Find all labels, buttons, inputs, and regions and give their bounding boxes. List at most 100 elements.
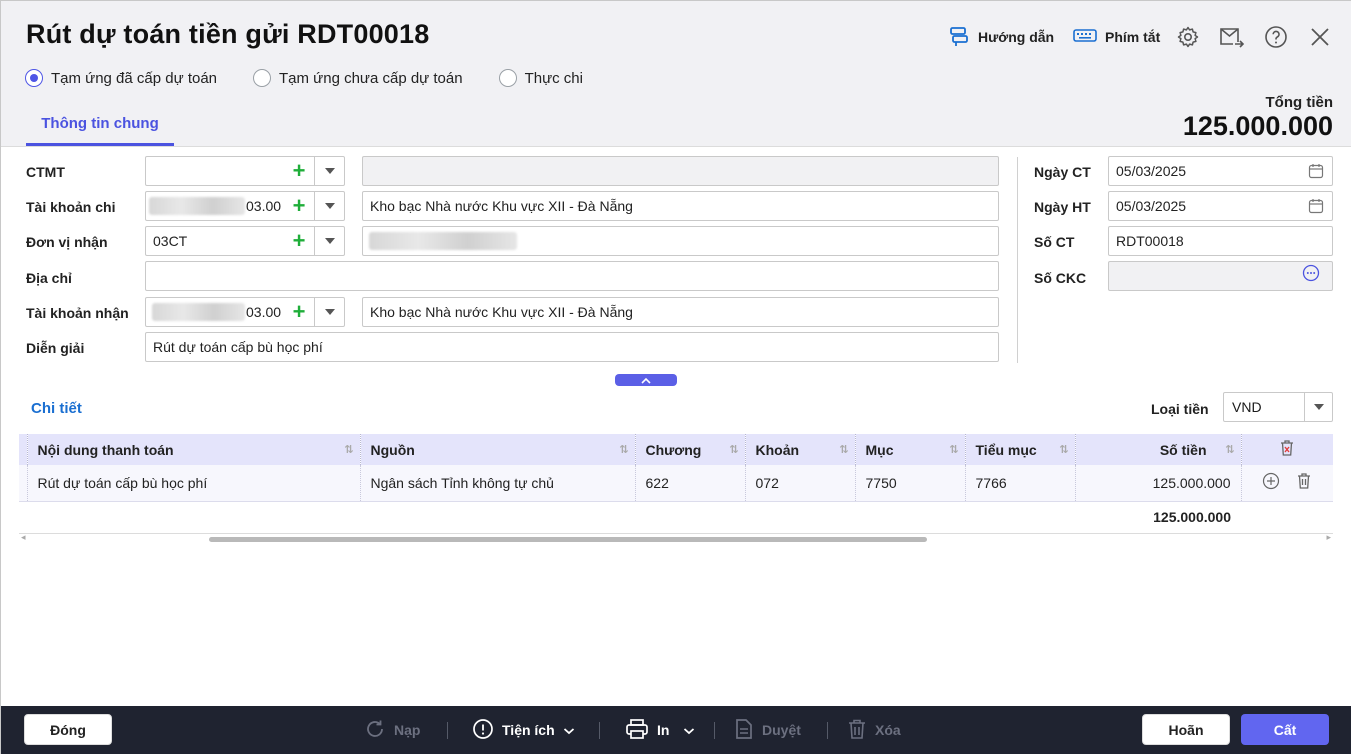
scroll-right-icon[interactable]: ▸ <box>1326 532 1331 543</box>
radio-label: Thực chi <box>524 69 583 87</box>
cancel-button[interactable]: Hoãn <box>1142 714 1230 745</box>
cell-source[interactable]: Ngân sách Tỉnh không tự chủ <box>360 465 636 502</box>
radio-advance-unallocated[interactable]: Tạm ứng chưa cấp dự toán <box>253 69 463 87</box>
doc-date-field[interactable]: 05/03/2025 <box>1108 156 1333 186</box>
save-button[interactable]: Cất <box>1241 714 1329 745</box>
receiving-account-combo[interactable]: 03.00 + <box>145 297 345 327</box>
delete-button[interactable]: Xóa <box>847 718 901 742</box>
description-label: Diễn giải <box>26 340 85 356</box>
shortcut-label: Phím tắt <box>1105 29 1161 45</box>
chevron-down-icon[interactable] <box>314 192 344 220</box>
ctmt-combo[interactable]: + <box>145 156 345 186</box>
detail-tab[interactable]: Chi tiết <box>31 400 82 417</box>
sort-icon[interactable]: ⇅ <box>1225 443 1234 456</box>
add-icon[interactable]: + <box>284 298 314 326</box>
cell-section[interactable]: 072 <box>745 465 856 502</box>
column-header[interactable]: Tiểu mục ⇅ <box>965 434 1076 465</box>
reload-label: Nạp <box>394 722 421 738</box>
approve-button[interactable]: Duyệt <box>734 718 801 742</box>
receiving-bank-value: Kho bạc Nhà nước Khu vực XII - Đà Nẵng <box>370 304 633 320</box>
cell-amount[interactable]: 125.000.000 <box>1075 465 1242 502</box>
close-icon[interactable] <box>1306 23 1334 51</box>
column-header[interactable]: Nội dung thanh toán ⇅ <box>27 434 361 465</box>
horizontal-scrollbar[interactable]: ◂ ▸ <box>19 532 1333 543</box>
currency-value: VND <box>1232 399 1262 415</box>
row-indicator-header <box>19 434 28 465</box>
sort-icon[interactable]: ⇅ <box>729 443 738 456</box>
sort-icon[interactable]: ⇅ <box>1059 443 1068 456</box>
receiver-unit-value: 03CT <box>153 233 188 249</box>
detail-section: Chi tiết Loại tiền VND Nội dung thanh to… <box>1 381 1351 706</box>
delete-all-header[interactable] <box>1241 434 1333 465</box>
column-header[interactable]: Chương ⇅ <box>635 434 746 465</box>
doc-no-value: RDT00018 <box>1116 233 1184 249</box>
print-label: In <box>657 722 670 738</box>
ctmt-label: CTMT <box>26 164 65 180</box>
add-icon[interactable]: + <box>284 192 314 220</box>
radio-dot[interactable] <box>498 69 517 87</box>
chevron-down-icon[interactable] <box>314 298 344 326</box>
receiver-unit-combo[interactable]: 03CT + <box>145 226 345 256</box>
doc-no-label: Số CT <box>1034 234 1075 250</box>
chevron-down-icon[interactable] <box>314 227 344 255</box>
row-indicator <box>19 465 28 502</box>
column-header[interactable]: Khoản ⇅ <box>745 434 856 465</box>
tab-general-info[interactable]: Thông tin chung <box>26 107 174 146</box>
shortcut-button[interactable]: Phím tắt <box>1073 25 1160 49</box>
chevron-down-icon[interactable] <box>314 157 344 185</box>
cell-content[interactable]: Rút dự toán cấp bù học phí <box>27 465 361 502</box>
gear-icon[interactable] <box>1174 23 1202 51</box>
paying-bank-field[interactable]: Kho bạc Nhà nước Khu vực XII - Đà Nẵng <box>362 191 999 221</box>
table-header-row: Nội dung thanh toán ⇅ Nguồn ⇅ Chương ⇅ Khoả… <box>19 434 1333 465</box>
add-icon[interactable]: + <box>284 157 314 185</box>
add-row-icon[interactable] <box>1262 472 1280 493</box>
radio-dot[interactable] <box>25 69 43 87</box>
doc-no-field[interactable]: RDT00018 <box>1108 226 1333 256</box>
calendar-icon[interactable] <box>1308 163 1324 182</box>
print-menu-button[interactable]: In <box>625 718 695 742</box>
sort-icon[interactable]: ⇅ <box>949 443 958 456</box>
calendar-icon[interactable] <box>1308 198 1324 217</box>
mail-forward-icon[interactable] <box>1218 23 1246 51</box>
sort-icon[interactable]: ⇅ <box>839 443 848 456</box>
column-header[interactable]: Số tiền ⇅ <box>1075 434 1242 465</box>
more-icon[interactable] <box>1302 264 1320 285</box>
ckc-no-field[interactable] <box>1108 261 1333 291</box>
cell-subitem[interactable]: 7766 <box>965 465 1076 502</box>
cell-item[interactable]: 7750 <box>855 465 966 502</box>
help-icon[interactable] <box>1262 23 1290 51</box>
doc-date-label: Ngày CT <box>1034 164 1091 180</box>
radio-dot[interactable] <box>253 69 272 87</box>
post-date-field[interactable]: 05/03/2025 <box>1108 191 1333 221</box>
collapse-form-button[interactable] <box>615 374 677 386</box>
table-row[interactable]: Rút dự toán cấp bù học phí Ngân sách Tỉn… <box>19 465 1333 502</box>
receiving-bank-field[interactable]: Kho bạc Nhà nước Khu vực XII - Đà Nẵng <box>362 297 999 327</box>
receiver-unit-name-field[interactable] <box>362 226 999 256</box>
add-icon[interactable]: + <box>284 227 314 255</box>
address-field[interactable] <box>145 261 999 291</box>
close-button[interactable]: Đóng <box>24 714 112 745</box>
reload-button[interactable]: Nạp <box>364 718 420 742</box>
sort-icon[interactable]: ⇅ <box>344 443 353 456</box>
radio-advance-allocated[interactable]: Tạm ứng đã cấp dự toán <box>25 69 217 87</box>
delete-row-icon[interactable] <box>1296 472 1312 493</box>
paying-account-suffix: 03.00 <box>246 198 282 214</box>
cell-chapter[interactable]: 622 <box>635 465 746 502</box>
scrollbar-thumb[interactable] <box>209 537 927 542</box>
delete-all-icon[interactable] <box>1279 440 1295 460</box>
scroll-left-icon[interactable]: ◂ <box>21 532 26 543</box>
chevron-down-icon[interactable] <box>1304 393 1332 421</box>
address-label: Địa chỉ <box>26 270 72 286</box>
receiver-unit-label: Đơn vị nhận <box>26 234 108 250</box>
column-header[interactable]: Mục ⇅ <box>855 434 966 465</box>
ckc-no-label: Số CKC <box>1034 270 1087 286</box>
utility-menu-button[interactable]: Tiện ích <box>472 718 575 742</box>
column-header[interactable]: Nguồn ⇅ <box>360 434 636 465</box>
description-field[interactable]: Rút dự toán cấp bù học phí <box>145 332 999 362</box>
paying-account-combo[interactable]: 03.00 + <box>145 191 345 221</box>
guide-button[interactable]: Hướng dẫn <box>948 25 1054 49</box>
sort-icon[interactable]: ⇅ <box>619 443 628 456</box>
delete-label: Xóa <box>875 722 901 738</box>
currency-select[interactable]: VND <box>1223 392 1333 422</box>
radio-actual-spending[interactable]: Thực chi <box>498 69 583 87</box>
